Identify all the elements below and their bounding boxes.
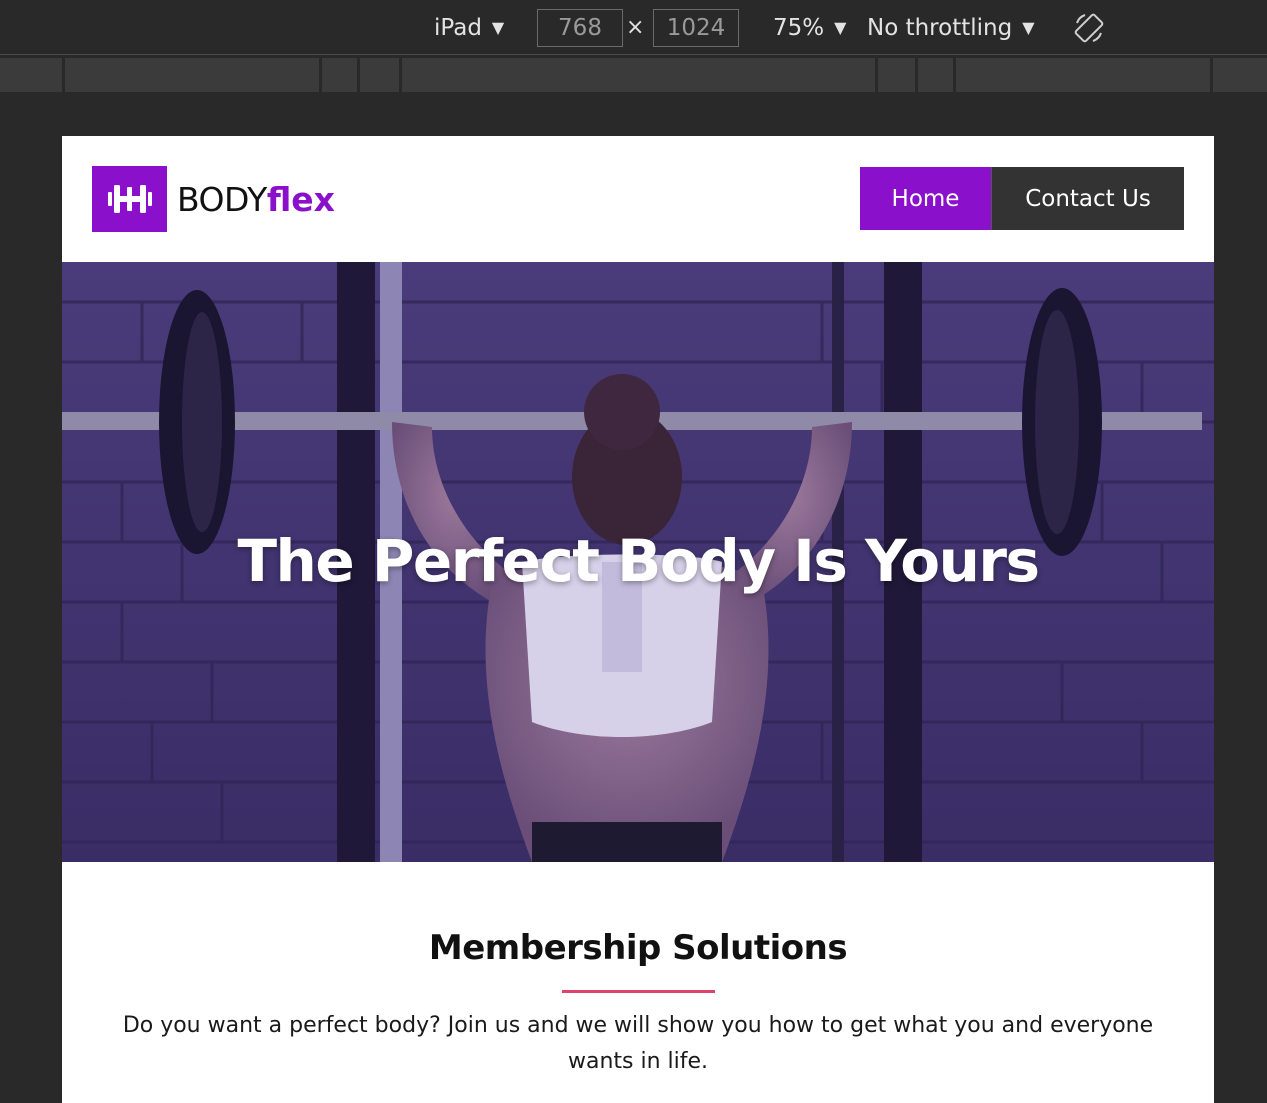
site-header: BODYflex Home Contact Us [62, 136, 1214, 262]
chevron-down-icon: ▼ [491, 18, 505, 37]
brand-name[interactable]: BODYflex [177, 178, 335, 222]
hero-banner: The Perfect Body Is Yours [62, 262, 1214, 862]
main-nav: Home Contact Us [860, 167, 1184, 230]
device-select[interactable]: iPad ▼ [434, 0, 504, 55]
nav-contact-button[interactable]: Contact Us [991, 167, 1184, 230]
zoom-select[interactable]: 75% ▼ [773, 0, 846, 55]
accent-divider [562, 990, 715, 993]
ruler-divider [357, 58, 360, 92]
ruler-divider [915, 58, 918, 92]
media-query-ruler[interactable] [0, 58, 1267, 92]
nav-home-button[interactable]: Home [860, 167, 991, 230]
throttling-select-label: No throttling [867, 14, 1013, 41]
devtools-device-toolbar: iPad ▼ 768 × 1024 75% ▼ No throttling ▼ [0, 0, 1267, 55]
ruler-divider [875, 58, 878, 92]
throttling-select[interactable]: No throttling ▼ [867, 0, 1035, 55]
chevron-down-icon: ▼ [834, 18, 847, 37]
ruler-divider [399, 58, 402, 92]
emulated-page: BODYflex Home Contact Us The Perfect Bod… [62, 136, 1214, 1103]
membership-section: Membership Solutions Do you want a perfe… [62, 862, 1214, 1103]
ruler-divider [319, 58, 322, 92]
ruler-divider [953, 58, 956, 92]
dimension-separator: × [626, 15, 645, 40]
section-title: Membership Solutions [428, 928, 848, 968]
brand-name-part2: flex [266, 180, 335, 219]
brand-name-part1: BODY [177, 180, 267, 219]
section-description: Do you want a perfect body? Join us and … [122, 1013, 1154, 1074]
width-input[interactable]: 768 [537, 9, 623, 47]
ruler-divider [62, 58, 65, 92]
logo[interactable] [92, 166, 167, 232]
device-select-label: iPad [434, 14, 482, 41]
height-input[interactable]: 1024 [653, 9, 739, 47]
zoom-select-label: 75% [773, 14, 825, 41]
rotate-device-icon[interactable] [1072, 11, 1106, 45]
chevron-down-icon: ▼ [1022, 18, 1035, 37]
ruler-divider [1210, 58, 1213, 92]
hero-title: The Perfect Body Is Yours [237, 527, 1040, 595]
dumbbell-icon [107, 185, 152, 213]
